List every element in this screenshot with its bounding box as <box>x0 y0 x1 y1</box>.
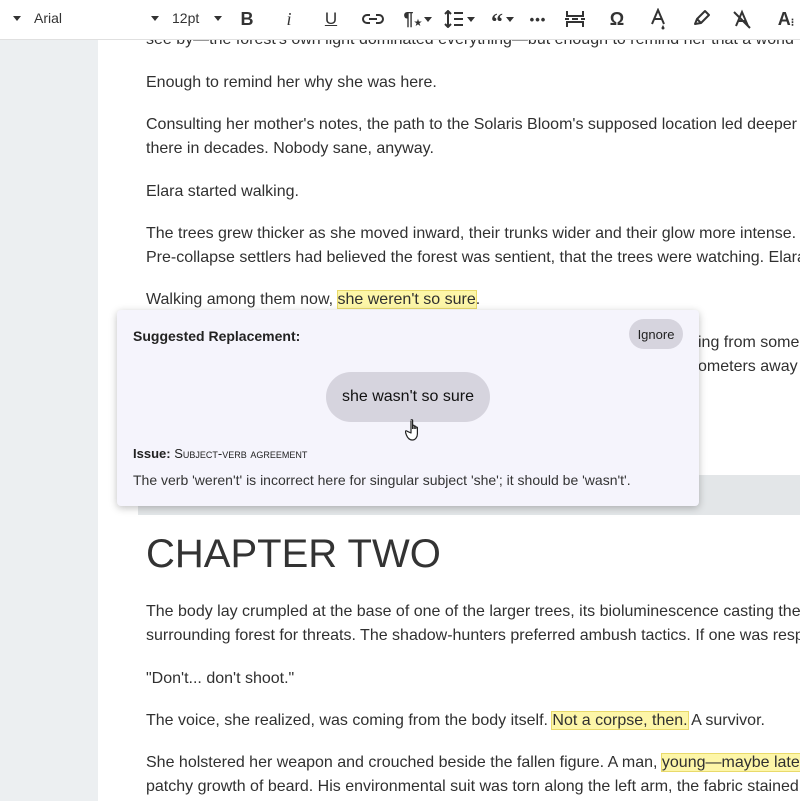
page-break-icon[interactable] <box>563 0 587 38</box>
italic-icon[interactable]: i <box>278 0 300 38</box>
hand-pointer-cursor-icon <box>404 418 423 447</box>
paragraph: ing from some <box>698 334 800 351</box>
ignore-button[interactable]: Ignore <box>629 319 683 349</box>
issue-line: Issue: Subject-verb agreement <box>133 446 307 461</box>
bold-icon[interactable]: B <box>236 0 258 38</box>
replacement-suggestion-button[interactable]: she wasn't so sure <box>326 372 490 422</box>
underline-icon[interactable]: U <box>320 0 342 38</box>
paragraph: She holstered her weapon and crouched be… <box>146 751 800 775</box>
font-family-select[interactable]: Arial <box>34 10 62 26</box>
paragraph: Walking among them now, she weren't so s… <box>146 288 480 312</box>
text-size-icon[interactable]: A ⁝ <box>772 0 800 38</box>
paragraph: The voice, she realized, was coming from… <box>146 709 765 733</box>
paragraph: Consulting her mother's notes, the path … <box>146 116 797 133</box>
popup-title: Suggested Replacement: <box>133 328 301 344</box>
grammar-highlight[interactable]: Not a corpse, then. <box>551 711 689 730</box>
chapter-heading: CHAPTER TWO <box>146 532 441 576</box>
font-family-dropdown-icon[interactable] <box>151 16 159 21</box>
formatting-toolbar: Arial 12pt B i U ¶ ★ “ ••• Ω A ⁝ <box>0 0 800 40</box>
issue-label: Issue: <box>133 446 171 461</box>
font-size-dropdown-icon[interactable] <box>214 16 222 21</box>
text-run: . <box>475 291 481 308</box>
suggestion-popup: Suggested Replacement: Ignore she wasn't… <box>117 310 699 506</box>
text-color-icon[interactable] <box>646 0 670 38</box>
paragraph: Elara started walking. <box>146 183 299 200</box>
font-size-select[interactable]: 12pt <box>172 10 199 26</box>
paragraph: surrounding forest for threats. The shad… <box>146 627 800 644</box>
text-run: Walking among them now, <box>146 291 338 308</box>
issue-description: The verb 'weren't' is incorrect here for… <box>133 472 631 488</box>
grammar-highlight[interactable]: young—maybe late <box>660 753 800 772</box>
line-spacing-icon[interactable] <box>442 0 475 38</box>
paragraph: Enough to remind her why she was here. <box>146 74 437 91</box>
paragraph: Pre-collapse settlers had believed the f… <box>146 249 800 266</box>
issue-type: Subject-verb agreement <box>174 446 308 461</box>
paragraph: The trees grew thicker as she moved inwa… <box>146 225 797 242</box>
text-run: A survivor. <box>687 712 765 729</box>
clear-formatting-icon[interactable] <box>731 0 753 38</box>
special-character-icon[interactable]: Ω <box>606 0 628 38</box>
paragraph-style-icon[interactable]: ¶ ★ <box>400 0 434 38</box>
link-icon[interactable] <box>361 0 385 38</box>
text-run: The voice, she realized, was coming from… <box>146 712 553 729</box>
paragraph: there in decades. Nobody sane, anyway. <box>146 140 434 157</box>
highlight-icon[interactable] <box>689 0 713 38</box>
paragraph: patchy growth of beard. His environmenta… <box>146 778 799 795</box>
caret-down-icon[interactable] <box>13 16 21 21</box>
horizontal-rule-icon[interactable]: ••• <box>527 0 549 38</box>
text-run: She holstered her weapon and crouched be… <box>146 754 662 771</box>
grammar-highlight[interactable]: she weren't so sure <box>336 290 477 309</box>
paragraph: The body lay crumpled at the base of one… <box>146 603 800 620</box>
paragraph: ometers away f <box>698 358 800 375</box>
paragraph: "Don't... don't shoot." <box>146 670 295 687</box>
blockquote-icon[interactable]: “ <box>486 0 516 38</box>
